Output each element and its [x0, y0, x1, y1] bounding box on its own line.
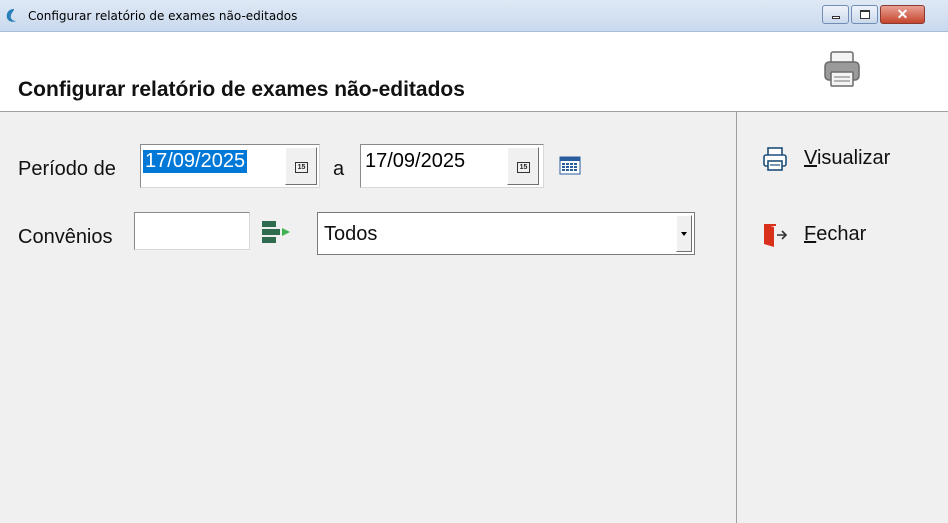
- calendar-small-icon: 15: [517, 162, 530, 173]
- periodo-label: Período de: [18, 158, 116, 180]
- visualizar-mnemonic: V: [804, 147, 817, 169]
- printer-icon: [763, 147, 787, 171]
- dropdown-button[interactable]: [676, 215, 692, 252]
- fechar-label-rest: echar: [816, 223, 867, 245]
- a-label: a: [333, 158, 345, 180]
- date-from-picker-button[interactable]: 15: [285, 147, 317, 185]
- date-to-input[interactable]: 17/09/2025 15: [360, 144, 544, 188]
- exit-door-icon: [764, 224, 788, 247]
- calendar-small-icon: 15: [295, 162, 308, 173]
- printer-icon: [824, 51, 860, 87]
- minimize-button[interactable]: [822, 5, 849, 24]
- visualizar-label: Visualizar: [804, 147, 890, 170]
- date-from-value: 17/09/2025: [143, 150, 248, 173]
- page-title: Configurar relatório de exames não-edita…: [18, 78, 465, 101]
- window-title: Configurar relatório de exames não-edita…: [28, 9, 298, 23]
- header-panel: Configurar relatório de exames não-edita…: [0, 32, 948, 112]
- vertical-divider: [736, 112, 737, 523]
- fechar-label: Fechar: [804, 223, 866, 246]
- date-to-picker-button[interactable]: 15: [507, 147, 539, 185]
- visualizar-label-rest: isualizar: [816, 147, 891, 169]
- close-button[interactable]: ✕: [880, 5, 925, 24]
- visualizar-button[interactable]: Visualizar: [762, 142, 912, 178]
- calendar-icon[interactable]: [559, 155, 581, 175]
- convenios-select[interactable]: Todos: [317, 212, 695, 255]
- fechar-button[interactable]: Fechar: [762, 218, 912, 254]
- convenios-label: Convênios: [18, 226, 113, 248]
- app-logo-icon: [6, 9, 17, 22]
- maximize-button[interactable]: [851, 5, 878, 24]
- minimize-icon: [832, 16, 840, 19]
- convenios-select-value: Todos: [324, 223, 378, 245]
- date-from-input[interactable]: 17/09/2025 15: [140, 144, 320, 188]
- filter-list-icon[interactable]: [261, 220, 291, 246]
- maximize-icon: [860, 10, 870, 19]
- date-to-value: 17/09/2025: [365, 150, 466, 172]
- title-bar[interactable]: Configurar relatório de exames não-edita…: [0, 0, 948, 32]
- convenios-code-input[interactable]: [134, 212, 250, 250]
- fechar-mnemonic: F: [804, 223, 817, 245]
- close-icon: ✕: [896, 6, 909, 22]
- chevron-down-icon: [681, 232, 687, 236]
